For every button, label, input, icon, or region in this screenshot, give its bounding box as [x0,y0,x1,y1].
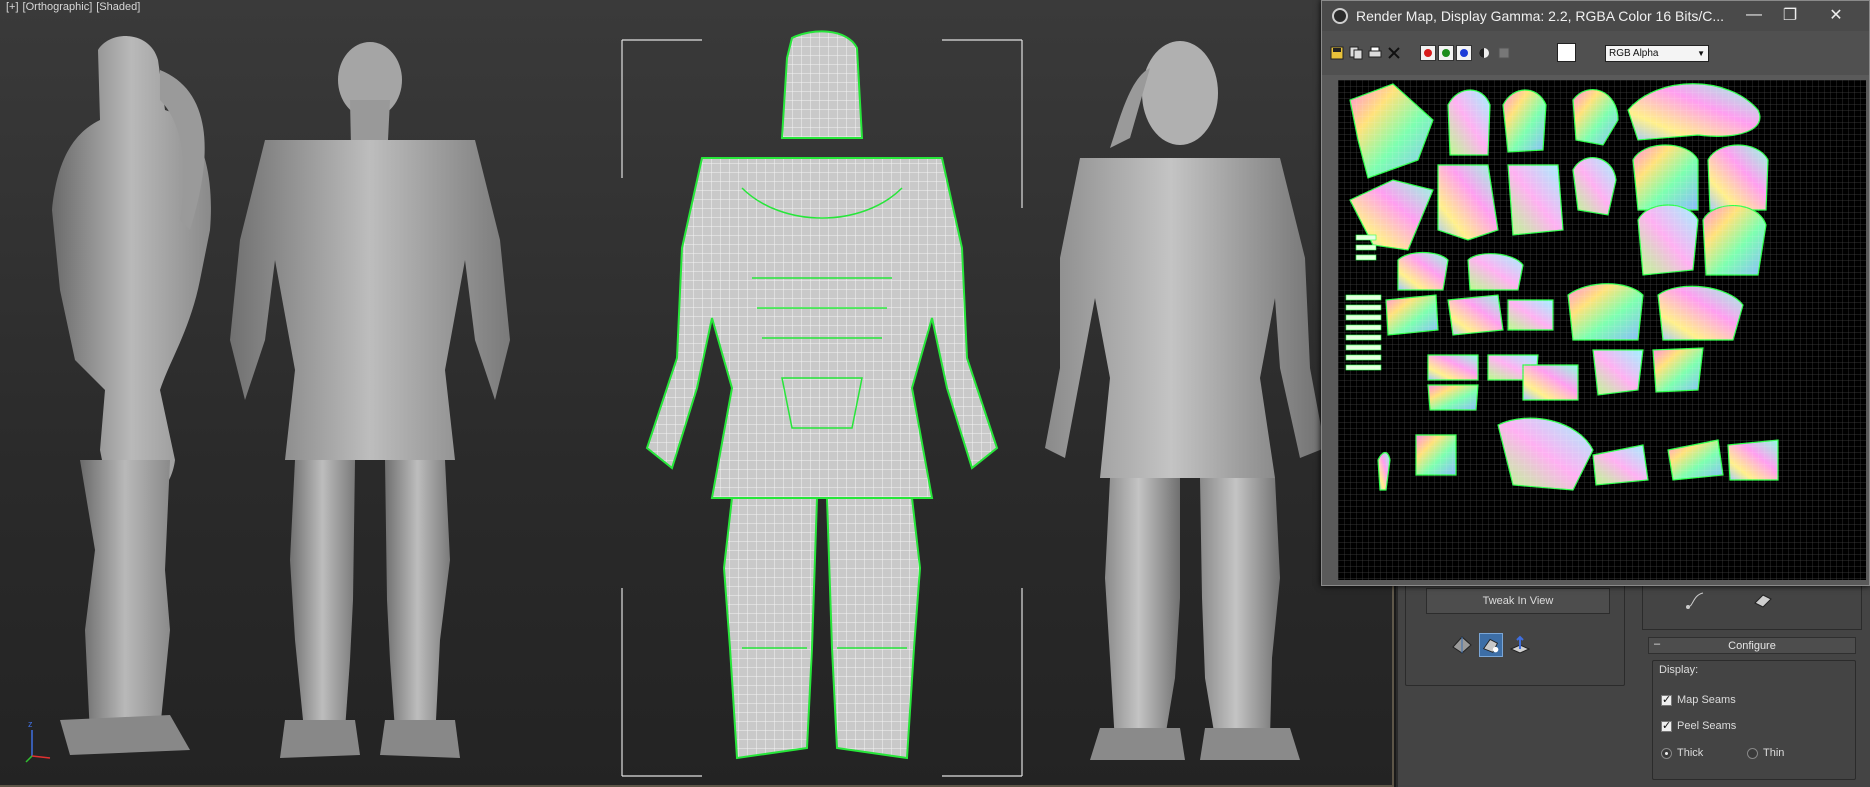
map-seams-label: Map Seams [1677,694,1736,706]
monochrome-toggle-icon[interactable] [1477,46,1491,60]
seams-rollout [1642,580,1862,630]
collapse-icon[interactable]: – [1654,638,1660,650]
green-channel-toggle[interactable] [1438,45,1454,61]
app-logo-icon [1332,8,1348,24]
channel-display-select[interactable]: RGB Alpha ▼ [1605,45,1709,62]
peel-seams-label: Peel Seams [1677,720,1737,732]
red-channel-toggle[interactable] [1420,45,1436,61]
character-three-quarter-view[interactable] [1040,38,1330,768]
chevron-down-icon: ▼ [1697,49,1705,58]
close-button[interactable]: ✕ [1822,4,1850,26]
viewport-menu-plus[interactable]: [+] [6,1,19,13]
map-seams-checkbox[interactable] [1661,693,1672,706]
character-side-view[interactable] [40,30,250,770]
render-window-toolbar: RGB Alpha ▼ [1322,31,1869,75]
character-back-view[interactable] [225,40,515,770]
minimize-button[interactable]: — [1740,4,1768,26]
viewport-menu-view[interactable]: [Orthographic] [23,1,93,13]
render-window-titlebar[interactable]: Render Map, Display Gamma: 2.2, RGBA Col… [1322,1,1869,31]
save-image-icon[interactable] [1330,46,1344,60]
render-map-window[interactable]: Render Map, Display Gamma: 2.2, RGBA Col… [1321,0,1870,586]
point-to-point-seam-icon[interactable] [1685,589,1707,611]
render-window-title: Render Map, Display Gamma: 2.2, RGBA Col… [1356,8,1725,24]
alpha-toggle-icon[interactable] [1497,46,1511,60]
peel-seams-checkbox[interactable] [1661,719,1672,732]
clear-image-icon[interactable] [1387,46,1401,60]
viewport-menu-shading[interactable]: [Shaded] [96,1,140,13]
configure-title: Configure [1728,639,1776,652]
tweak-in-view-button[interactable]: Tweak In View [1426,588,1610,614]
orthographic-viewport[interactable]: [+] [Orthographic] [Shaded] z [0,0,1396,787]
thin-radio[interactable] [1747,748,1758,759]
uv-render-map-canvas[interactable] [1338,80,1866,580]
thick-radio[interactable] [1661,748,1672,759]
planar-map-tool-icon[interactable] [1508,633,1532,657]
uv-islands [1338,80,1866,580]
thick-label: Thick [1677,747,1704,759]
edge-select-seam-icon[interactable] [1751,589,1773,611]
character-front-wireframe-selected[interactable] [612,28,1032,783]
axis-gizmo-icon: z [25,719,51,763]
copy-image-icon[interactable] [1349,46,1363,60]
display-label: Display: [1659,664,1699,676]
background-color-swatch[interactable] [1557,43,1576,62]
print-image-icon[interactable] [1368,46,1382,60]
svg-text:z: z [28,719,33,729]
thin-label: Thin [1763,747,1785,759]
polygon-select-tool-icon[interactable] [1450,633,1474,657]
maximize-button[interactable]: ❐ [1776,4,1804,26]
viewport-label: [+] [Orthographic] [Shaded] [6,1,144,13]
configure-rollout-header[interactable]: – Configure [1648,637,1856,654]
quick-peel-tool-icon[interactable] [1479,633,1503,657]
channel-select-value: RGB Alpha [1609,48,1659,59]
blue-channel-toggle[interactable] [1456,45,1472,61]
